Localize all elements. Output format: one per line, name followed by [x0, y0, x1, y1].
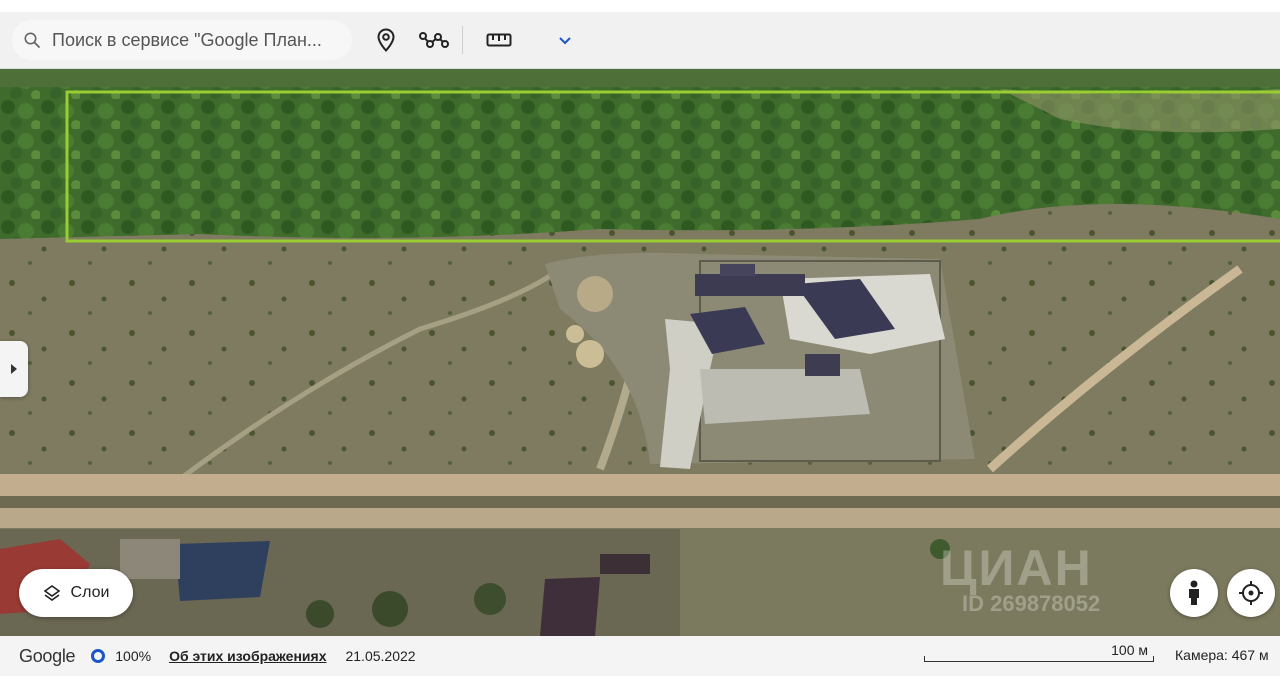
- ruler-icon: [486, 33, 512, 47]
- chevron-right-icon: [11, 364, 17, 374]
- chevron-down-icon: [559, 37, 571, 45]
- toolbar: Поиск в сервисе "Google План...: [0, 12, 1280, 69]
- path-icon: [419, 32, 449, 48]
- top-strip: [0, 0, 1280, 12]
- zoom-ring-icon: [91, 649, 106, 663]
- measure-button[interactable]: [481, 22, 517, 58]
- street-view-button[interactable]: [1170, 569, 1218, 617]
- status-footer: Google 100% Об этих изображениях 21.05.2…: [0, 636, 1280, 676]
- search-box[interactable]: Поиск в сервисе "Google План...: [12, 20, 352, 60]
- search-icon: [12, 31, 52, 49]
- expand-panel-button[interactable]: [0, 341, 28, 397]
- zoom-level: 100%: [115, 648, 152, 664]
- crosshair-icon: [1239, 581, 1263, 605]
- toolbar-divider: [462, 26, 463, 54]
- add-placemark-button[interactable]: [368, 22, 404, 58]
- layers-button[interactable]: Слои: [19, 569, 133, 617]
- layers-label: Слои: [70, 584, 110, 601]
- imagery-date: 21.05.2022: [345, 648, 416, 664]
- my-location-button[interactable]: [1227, 569, 1275, 617]
- scale-bar-line: [924, 656, 1154, 662]
- about-imagery-link[interactable]: Об этих изображениях: [169, 648, 326, 664]
- camera-altitude: Камера: 467 м: [1175, 647, 1269, 663]
- google-logo: Google: [19, 645, 76, 666]
- watermark-logo: ЦИАН: [940, 540, 1093, 596]
- more-tools-dropdown[interactable]: [547, 22, 583, 58]
- watermark-id: ID 269878052: [962, 591, 1101, 616]
- satellite-map[interactable]: ЦИАН ID 269878052 Слои: [0, 69, 1280, 636]
- pin-icon: [377, 28, 395, 52]
- search-input[interactable]: Поиск в сервисе "Google План...: [52, 30, 342, 51]
- pegman-icon: [1189, 580, 1199, 605]
- layers-icon: [43, 585, 60, 601]
- add-path-button[interactable]: [416, 22, 452, 58]
- scale-bar: 100 м: [924, 642, 1156, 664]
